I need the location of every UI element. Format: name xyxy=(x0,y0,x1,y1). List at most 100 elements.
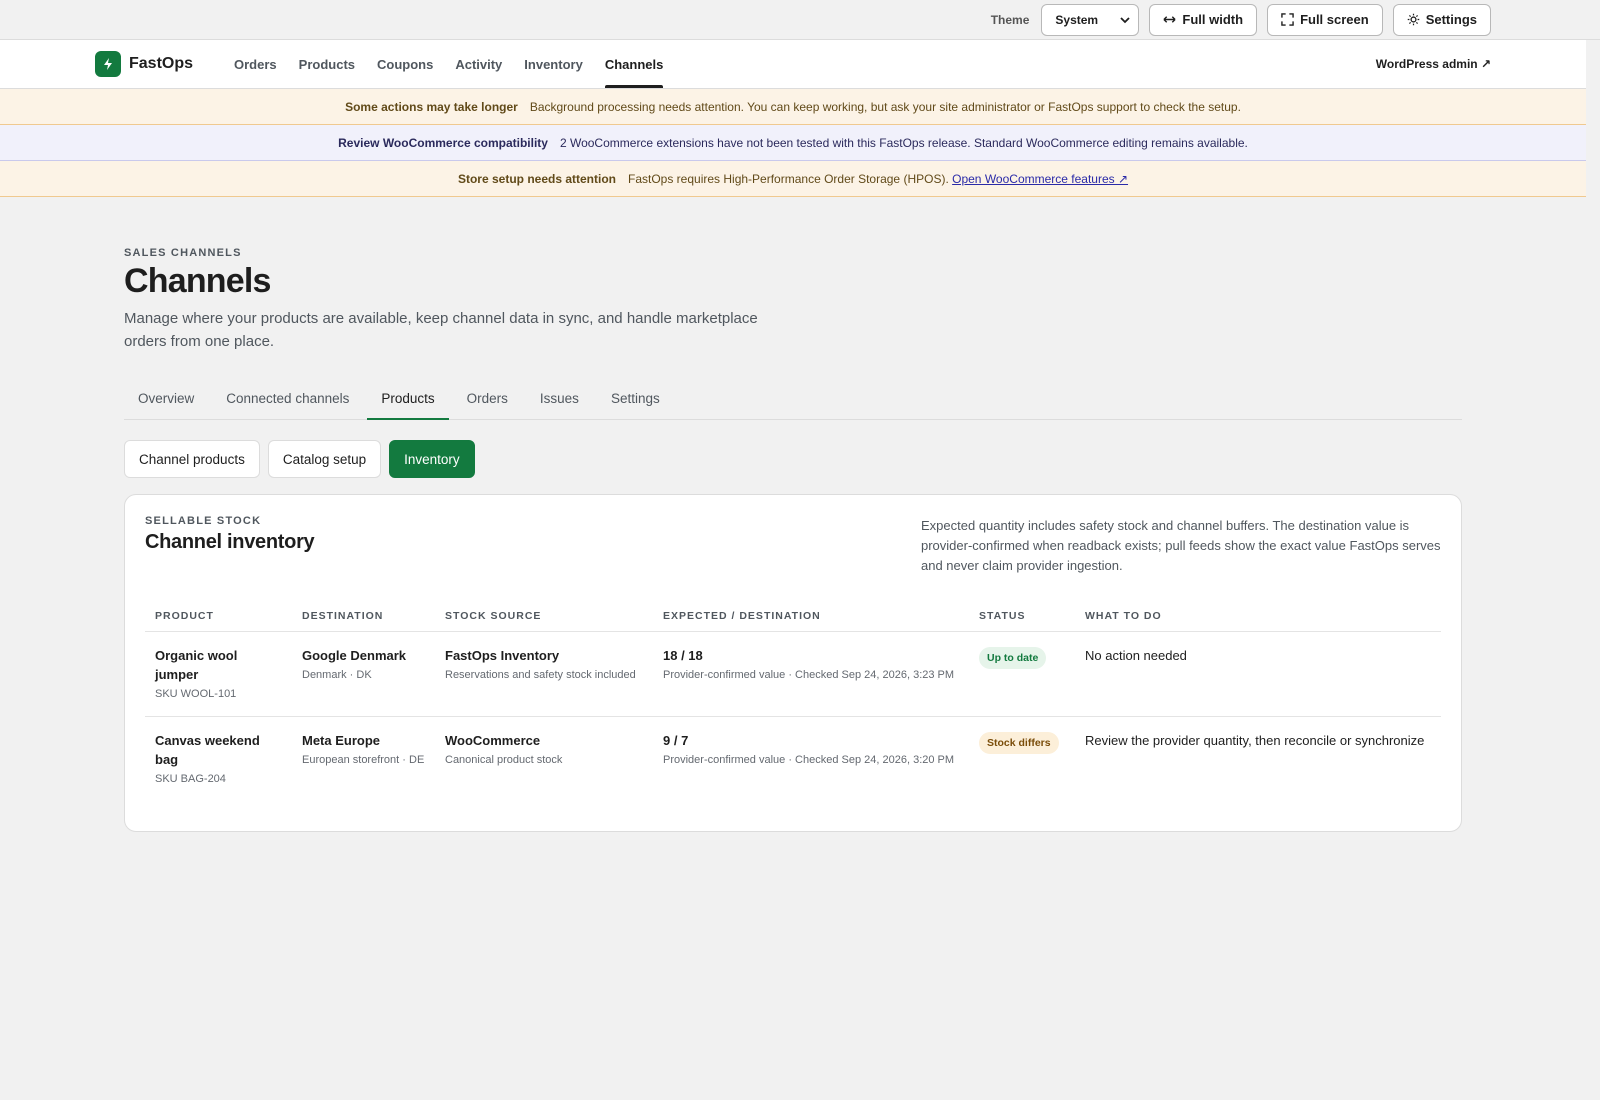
gear-icon xyxy=(1407,13,1419,26)
card-note: Expected quantity includes safety stock … xyxy=(921,518,1441,573)
main-nav: FastOps Orders Products Coupons Activity… xyxy=(0,40,1586,89)
page-eyebrow: SALES CHANNELS xyxy=(124,247,242,259)
tab-orders[interactable]: Orders xyxy=(453,377,522,419)
page-description: Manage where your products are available… xyxy=(124,310,758,350)
arrows-horizontal-icon xyxy=(1163,16,1176,23)
inventory-table: PRODUCT DESTINATION STOCK SOURCE EXPECTE… xyxy=(145,602,1441,801)
stock-source-detail: Reservations and safety stock included xyxy=(445,669,636,681)
brand[interactable]: FastOps xyxy=(95,51,193,77)
banner-text: Background processing needs attention. Y… xyxy=(529,99,1241,114)
tab-issues[interactable]: Issues xyxy=(526,377,593,419)
card-header: SELLABLE STOCK Channel inventory Expecte… xyxy=(145,515,1441,576)
what-to-do-cell: Review the provider quantity, then recon… xyxy=(1075,717,1441,802)
chevron-down-icon xyxy=(1120,16,1131,23)
destination-name: Google Denmark xyxy=(302,648,407,663)
destination-detail: Denmark · DK xyxy=(302,669,372,681)
status-cell: Stock differs xyxy=(969,717,1075,802)
banner-text-body: FastOps requires High-Performance Order … xyxy=(628,171,949,186)
column-header: STOCK SOURCE xyxy=(435,602,653,632)
stock-source-name: WooCommerce xyxy=(445,733,541,748)
banner-text: FastOps requires High-Performance Order … xyxy=(628,172,1128,186)
bolt-icon xyxy=(95,51,121,77)
banner-title: Review WooCommerce compatibility xyxy=(338,135,548,150)
page-content: SALES CHANNELS Channels Manage where you… xyxy=(0,197,1462,832)
nav-link-products[interactable]: Products xyxy=(288,40,366,88)
channel-tabs: Overview Connected channels Products Ord… xyxy=(124,377,1462,420)
table-header-row: PRODUCT DESTINATION STOCK SOURCE EXPECTE… xyxy=(145,602,1441,632)
what-to-do-text: Review the provider quantity, then recon… xyxy=(1085,733,1425,748)
theme-select-value: System xyxy=(1055,12,1099,27)
product-sku: SKU BAG-204 xyxy=(155,773,226,785)
full-width-button[interactable]: Full width xyxy=(1149,3,1258,36)
card-heading: SELLABLE STOCK Channel inventory xyxy=(145,515,315,576)
column-header: EXPECTED / DESTINATION xyxy=(653,602,969,632)
stock-source-cell: FastOps Inventory Reservations and safet… xyxy=(435,631,653,717)
column-header: WHAT TO DO xyxy=(1075,602,1441,632)
banner-compatibility: Review WooCommerce compatibility 2 WooCo… xyxy=(0,125,1586,161)
banner-title: Some actions may take longer xyxy=(345,99,518,114)
subtab-channel-products[interactable]: Channel products xyxy=(124,440,260,478)
stock-source-detail: Canonical product stock xyxy=(445,754,563,766)
wordpress-admin-link[interactable]: WordPress admin ↗ xyxy=(1376,57,1491,71)
settings-label: Settings xyxy=(1425,12,1477,27)
tab-settings[interactable]: Settings xyxy=(597,377,674,419)
full-screen-button[interactable]: Full screen xyxy=(1267,3,1383,36)
nav-link-activity[interactable]: Activity xyxy=(444,40,513,88)
expected-detail: Provider-confirmed value · Checked Sep 2… xyxy=(663,669,955,681)
product-sku: SKU WOOL-101 xyxy=(155,688,237,700)
nav-links: Orders Products Coupons Activity Invento… xyxy=(223,40,674,88)
stock-source-cell: WooCommerce Canonical product stock xyxy=(435,717,653,802)
table-row[interactable]: Organic wool jumper SKU WOOL-101 Google … xyxy=(145,631,1441,717)
banner-processing: Some actions may take longer Background … xyxy=(0,89,1586,125)
product-cell: Organic wool jumper SKU WOOL-101 xyxy=(145,631,292,717)
nav-link-channels[interactable]: Channels xyxy=(594,40,675,88)
product-subtabs: Channel products Catalog setup Inventory xyxy=(124,440,1462,478)
table-row[interactable]: Canvas weekend bag SKU BAG-204 Meta Euro… xyxy=(145,717,1441,802)
column-header: DESTINATION xyxy=(292,602,435,632)
stock-source-name: FastOps Inventory xyxy=(445,648,560,663)
what-to-do-text: No action needed xyxy=(1085,648,1187,663)
theme-label: Theme xyxy=(990,12,1030,27)
product-cell: Canvas weekend bag SKU BAG-204 xyxy=(145,717,292,802)
destination-cell: Meta Europe European storefront · DE xyxy=(292,717,435,802)
product-name: Organic wool jumper xyxy=(155,648,238,682)
channel-inventory-card: SELLABLE STOCK Channel inventory Expecte… xyxy=(124,494,1462,832)
destination-detail: European storefront · DE xyxy=(302,754,425,766)
expected-value: 9 / 7 xyxy=(663,733,689,748)
tab-connected-channels[interactable]: Connected channels xyxy=(212,377,363,419)
expected-cell: 18 / 18 Provider-confirmed value · Check… xyxy=(653,631,969,717)
open-woocommerce-features-link[interactable]: Open WooCommerce features ↗ xyxy=(952,172,1128,186)
full-width-label: Full width xyxy=(1182,12,1244,27)
subtab-inventory[interactable]: Inventory xyxy=(389,440,475,478)
utility-bar: Theme System Full width Full screen Sett… xyxy=(0,0,1600,40)
card-title: Channel inventory xyxy=(145,531,315,553)
card-eyebrow: SELLABLE STOCK xyxy=(145,515,262,527)
status-cell: Up to date xyxy=(969,631,1075,717)
column-header: PRODUCT xyxy=(145,602,292,632)
banner-store-setup: Store setup needs attention FastOps requ… xyxy=(0,161,1586,197)
column-header: STATUS xyxy=(969,602,1075,632)
tab-products[interactable]: Products xyxy=(367,377,449,420)
full-screen-label: Full screen xyxy=(1300,12,1369,27)
product-name: Canvas weekend bag xyxy=(155,733,260,767)
subtab-catalog-setup[interactable]: Catalog setup xyxy=(267,440,382,478)
brand-name: FastOps xyxy=(129,55,194,72)
expected-detail: Provider-confirmed value · Checked Sep 2… xyxy=(663,754,955,766)
status-badge: Stock differs xyxy=(979,732,1059,754)
nav-link-orders[interactable]: Orders xyxy=(223,40,288,88)
destination-cell: Google Denmark Denmark · DK xyxy=(292,631,435,717)
what-to-do-cell: No action needed xyxy=(1075,631,1441,717)
banner-title: Store setup needs attention xyxy=(457,171,616,186)
expected-cell: 9 / 7 Provider-confirmed value · Checked… xyxy=(653,717,969,802)
tab-overview[interactable]: Overview xyxy=(124,377,208,419)
settings-button[interactable]: Settings xyxy=(1392,3,1491,36)
destination-name: Meta Europe xyxy=(302,733,381,748)
nav-link-inventory[interactable]: Inventory xyxy=(513,40,594,88)
theme-select[interactable]: System xyxy=(1041,3,1140,36)
page-title: Channels xyxy=(124,262,271,300)
banner-text: 2 WooCommerce extensions have not been t… xyxy=(559,135,1248,150)
fullscreen-icon xyxy=(1281,13,1294,26)
expected-value: 18 / 18 xyxy=(663,648,703,663)
nav-link-coupons[interactable]: Coupons xyxy=(366,40,444,88)
status-badge: Up to date xyxy=(979,647,1047,669)
